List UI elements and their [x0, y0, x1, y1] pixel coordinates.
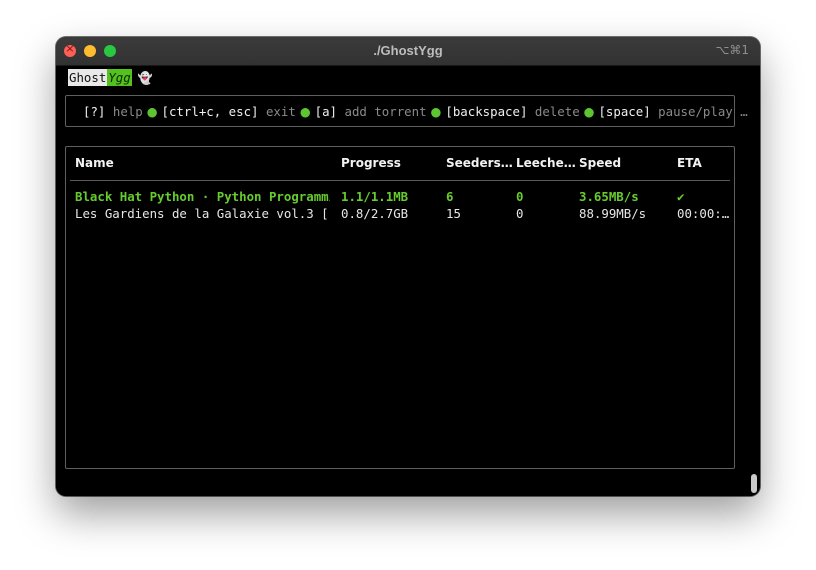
- logo-ygg-text: Ygg: [107, 69, 132, 86]
- column-eta-header[interactable]: ETA: [677, 156, 702, 170]
- cell-leechers: 0: [516, 189, 524, 204]
- window-title: ./GhostYgg: [373, 43, 443, 58]
- cell-progress: 0.8/2.7GB: [341, 206, 409, 221]
- cell-name: Les Gardiens de la Galaxie vol.3 [F…: [75, 206, 330, 221]
- cell-eta: ✔: [677, 189, 685, 204]
- help-bar: [?] help ● [ctrl+c, esc] exit ● [a] add torr…: [65, 95, 748, 127]
- cell-seeders: 6: [446, 189, 454, 204]
- help-key: [backspace]: [445, 104, 528, 119]
- column-progress-header[interactable]: Progress: [341, 156, 401, 170]
- cell-eta: 00:00:…: [677, 206, 730, 221]
- torrent-table[interactable]: Name Progress Seeders… Leeche… Speed ETA Blac…: [65, 146, 735, 469]
- terminal-content[interactable]: Ghost Ygg 👻 [?] help ● [ctrl+c, esc] exit ●[…: [56, 66, 760, 496]
- help-description: pause/play …: [658, 104, 748, 119]
- cell-leechers: 0: [516, 206, 524, 221]
- header-divider: [70, 180, 730, 181]
- column-leechers-header[interactable]: Leeche…: [516, 156, 576, 170]
- separator-dot-icon: ●: [430, 104, 442, 119]
- cell-speed: 88.99MB/s: [579, 206, 647, 221]
- title-bar[interactable]: ./GhostYgg ⌥⌘1: [56, 37, 760, 66]
- logo-ghost-text: Ghost: [68, 69, 108, 86]
- scrollbar-thumb[interactable]: [751, 474, 757, 493]
- help-description: exit: [265, 104, 296, 119]
- help-key: [space]: [598, 104, 651, 119]
- help-description: add torrent: [344, 104, 427, 119]
- help-shortcuts: [?] help ● [ctrl+c, esc] exit ● [a] add torr…: [83, 104, 748, 119]
- cell-speed: 3.65MB/s: [579, 189, 639, 204]
- separator-dot-icon: ●: [583, 104, 595, 119]
- table-row[interactable]: Les Gardiens de la Galaxie vol.3 [F… 0.8/…: [66, 206, 734, 223]
- separator-dot-icon: ●: [146, 104, 158, 119]
- table-row[interactable]: Black Hat Python · Python Programmi… 1.1/…: [66, 189, 734, 206]
- cell-seeders: 15: [446, 206, 461, 221]
- terminal-window: ./GhostYgg ⌥⌘1 GhostYgg 👻 [?] help●[ctrl…: [56, 37, 760, 496]
- column-name-header[interactable]: Name: [75, 156, 114, 170]
- ghost-icon: 👻: [137, 70, 153, 85]
- separator-dot-icon: ●: [299, 104, 311, 119]
- column-speed-header[interactable]: Speed: [579, 156, 621, 170]
- app-logo: Ghost Ygg 👻: [68, 69, 153, 86]
- window-shortcut: ⌥⌘1: [715, 43, 749, 57]
- help-description: delete: [534, 104, 580, 119]
- help-description: help: [112, 104, 143, 119]
- help-key: [a]: [314, 104, 338, 119]
- help-key: [?]: [83, 104, 106, 119]
- column-seeders-header[interactable]: Seeders…: [446, 156, 513, 170]
- cell-progress: 1.1/1.1MB: [341, 189, 409, 204]
- cell-name: Black Hat Python · Python Programmi…: [75, 189, 330, 204]
- help-key: [ctrl+c, esc]: [161, 104, 259, 119]
